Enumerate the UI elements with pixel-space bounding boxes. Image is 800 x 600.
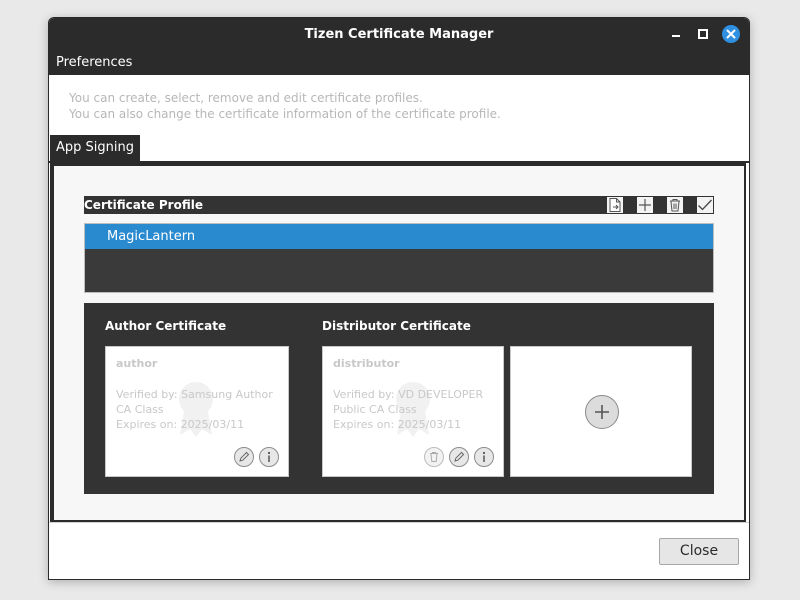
delete-distributor-certificate-button[interactable] — [424, 447, 444, 467]
close-window-button[interactable] — [722, 25, 740, 43]
distributor-certificate-info: Verified by: VD DEVELOPER Public CA Clas… — [333, 387, 483, 432]
author-ca-class: CA Class — [116, 403, 164, 416]
pencil-icon — [454, 451, 465, 462]
certificate-manager-window: Tizen Certificate Manager Preferences Yo… — [48, 17, 750, 580]
set-active-profile-button[interactable] — [697, 197, 713, 213]
author-verified-by: Verified by: Samsung Author — [116, 388, 273, 401]
check-icon — [698, 199, 712, 211]
export-icon — [609, 198, 621, 212]
trash-icon — [670, 199, 680, 212]
edit-author-certificate-button[interactable] — [234, 447, 254, 467]
export-profile-button[interactable] — [607, 197, 623, 213]
close-icon — [726, 29, 736, 39]
remove-profile-button[interactable] — [667, 197, 683, 213]
maximize-button[interactable] — [694, 25, 712, 43]
tab-app-signing[interactable]: App Signing — [50, 135, 140, 161]
window-title: Tizen Certificate Manager — [304, 27, 494, 42]
author-expires: Expires on: 2025/03/11 — [116, 418, 245, 431]
app-signing-panel: Certificate Profile MagicLantern Author … — [50, 162, 746, 522]
profile-item-magiclantern[interactable]: MagicLantern — [85, 224, 713, 249]
distributor-verified-by: Verified by: VD DEVELOPER — [333, 388, 484, 401]
minimize-icon — [672, 35, 680, 37]
distributor-certificate-title: Distributor Certificate — [322, 319, 471, 333]
author-certificate-card: author Verified by: Samsung Author CA Cl… — [105, 346, 289, 477]
tab-strip: App Signing — [49, 135, 749, 163]
certificates-panel: Author Certificate Distributor Certifica… — [84, 303, 714, 494]
description-line-2: You can also change the certificate info… — [69, 107, 501, 121]
author-certificate-info: Verified by: Samsung Author CA Class Exp… — [116, 387, 273, 432]
add-distributor-certificate-card[interactable] — [510, 346, 692, 477]
distributor-certificate-name: distributor — [333, 357, 400, 370]
dialog-footer: Close — [49, 522, 749, 579]
author-certificate-title: Author Certificate — [105, 319, 227, 333]
distributor-expires: Expires on: 2025/03/11 — [333, 418, 462, 431]
author-certificate-name: author — [116, 357, 158, 370]
add-profile-button[interactable] — [637, 197, 653, 213]
edit-distributor-certificate-button[interactable] — [449, 447, 469, 467]
menu-preferences[interactable]: Preferences — [56, 51, 132, 75]
distributor-certificate-card: distributor Verified by: VD DEVELOPER Pu… — [322, 346, 504, 477]
app-signing-content: Certificate Profile MagicLantern Author … — [54, 166, 744, 520]
description: You can create, select, remove and edit … — [69, 90, 501, 122]
minimize-button[interactable] — [667, 25, 685, 43]
trash-icon — [430, 452, 438, 462]
maximize-icon — [698, 29, 708, 39]
certificate-profile-header: Certificate Profile — [84, 196, 714, 214]
add-certificate-button[interactable] — [585, 395, 619, 429]
title-bar: Tizen Certificate Manager — [49, 18, 749, 51]
distributor-certificate-info-button[interactable] — [474, 447, 494, 467]
certificate-profile-title: Certificate Profile — [84, 198, 203, 212]
plus-icon — [595, 405, 609, 419]
menu-bar: Preferences — [49, 51, 749, 75]
pencil-icon — [239, 451, 250, 462]
info-icon — [267, 451, 271, 462]
certificate-profile-list[interactable]: MagicLantern — [84, 223, 714, 293]
close-button[interactable]: Close — [659, 538, 739, 565]
add-icon — [639, 199, 651, 211]
author-certificate-info-button[interactable] — [259, 447, 279, 467]
info-icon — [482, 451, 486, 462]
description-line-1: You can create, select, remove and edit … — [69, 91, 423, 105]
distributor-ca-class: Public CA Class — [333, 403, 417, 416]
